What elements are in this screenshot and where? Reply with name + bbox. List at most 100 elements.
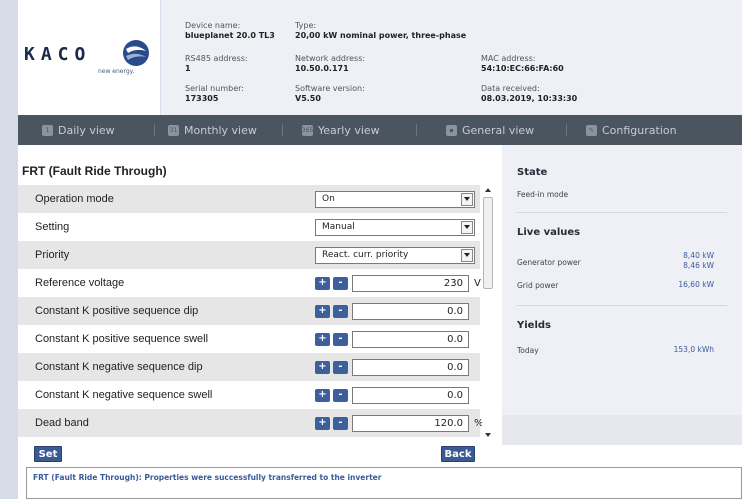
nav-yearly-view[interactable]: 365 Yearly view (302, 115, 380, 145)
decrement-button[interactable]: - (333, 304, 348, 318)
device-info-panel: Device name: blueplanet 20.0 TL3 Type: 2… (160, 0, 742, 115)
row-label: Constant K negative sequence dip (35, 361, 203, 373)
reference-voltage-input[interactable]: 230 (352, 274, 469, 292)
type-label: Type: (295, 21, 317, 30)
mac-cell: MAC address: 54:10:EC:66:FA:60 (481, 54, 564, 74)
status-message-text: FRT (Fault Ride Through): Properties wer… (33, 473, 382, 482)
decrement-button[interactable]: - (333, 276, 348, 290)
serial-label: Serial number: (185, 84, 244, 93)
increment-button[interactable]: + (315, 416, 330, 430)
row-label: Reference voltage (35, 277, 125, 289)
today-label: Today (517, 346, 539, 355)
type-cell: Type: 20,00 kW nominal power, three-phas… (295, 21, 466, 41)
row-label: Priority (35, 249, 70, 261)
divider (517, 212, 727, 213)
nav-configuration[interactable]: ✎ Configuration (586, 115, 677, 145)
network-cell: Network address: 10.50.0.171 (295, 54, 365, 74)
generator-power-value: 8,46 kW (683, 261, 714, 270)
chevron-down-icon[interactable] (461, 248, 473, 262)
dead-band-input[interactable]: 120.0 (352, 414, 469, 432)
device-name-value: blueplanet 20.0 TL3 (185, 31, 275, 40)
scroll-down-icon[interactable] (484, 431, 492, 439)
data-received-value: 08.03.2019, 10:33:30 (481, 94, 578, 103)
main-nav: 1 Daily view 31 Monthly view 365 Yearly … (18, 115, 742, 145)
chevron-down-icon[interactable] (461, 220, 473, 234)
decrement-button[interactable]: - (333, 416, 348, 430)
network-value: 10.50.0.171 (295, 64, 349, 73)
side-panel-footer (502, 415, 742, 445)
set-button[interactable]: Set (34, 446, 62, 462)
row-label: Setting (35, 221, 70, 233)
select-value: Manual (322, 221, 355, 232)
network-label: Network address: (295, 54, 366, 63)
form-row-reference-voltage: Reference voltage + - 230 V (18, 269, 481, 297)
nav-divider (566, 124, 567, 136)
priority-select[interactable]: React. curr. priority (315, 246, 475, 264)
form-row-k-negative-swell: Constant K negative sequence swell + - 0… (18, 381, 480, 409)
logo-tagline: new energy. (98, 68, 135, 75)
k-negative-swell-input[interactable]: 0.0 (352, 386, 469, 404)
decrement-button[interactable]: - (333, 360, 348, 374)
decrement-button[interactable]: - (333, 388, 348, 402)
header: KACO new energy. Device name: blueplanet… (18, 0, 742, 115)
k-positive-swell-input[interactable]: 0.0 (352, 330, 469, 348)
increment-button[interactable]: + (315, 360, 330, 374)
form-row-setting: Setting Manual (18, 213, 480, 241)
logo-text: KACO (24, 44, 92, 65)
serial-cell: Serial number: 173305 (185, 84, 244, 104)
scrollbar-thumb[interactable] (483, 197, 493, 289)
k-negative-dip-input[interactable]: 0.0 (352, 358, 469, 376)
k-positive-dip-input[interactable]: 0.0 (352, 302, 469, 320)
back-button[interactable]: Back (441, 446, 475, 462)
grid-power-value: 16,60 kW (678, 280, 714, 289)
form-row-priority: Priority React. curr. priority (18, 241, 480, 269)
nav-general-view[interactable]: ▪ General view (446, 115, 534, 145)
row-label: Constant K positive sequence dip (35, 305, 199, 317)
wrench-icon: ✎ (586, 124, 597, 136)
scroll-up-icon[interactable] (484, 186, 492, 194)
increment-button[interactable]: + (315, 304, 330, 318)
overview-icon: ▪ (446, 124, 457, 136)
app-frame: KACO new energy. Device name: blueplanet… (18, 0, 742, 499)
form-row-k-positive-swell: Constant K positive sequence swell + - 0… (18, 325, 480, 353)
select-value: React. curr. priority (322, 249, 409, 260)
decrement-button[interactable]: - (333, 332, 348, 346)
row-label: Constant K positive sequence swell (35, 333, 209, 345)
divider (517, 305, 727, 306)
rs485-cell: RS485 address: 1 (185, 54, 248, 74)
nav-label: Monthly view (184, 123, 257, 137)
device-name-cell: Device name: blueplanet 20.0 TL3 (185, 21, 275, 41)
live-values-heading: Live values (517, 227, 581, 238)
setting-select[interactable]: Manual (315, 218, 475, 236)
serial-value: 173305 (185, 94, 219, 103)
calendar-month-icon: 31 (168, 124, 179, 136)
increment-button[interactable]: + (315, 276, 330, 290)
page-title: FRT (Fault Ride Through) (22, 164, 167, 178)
increment-button[interactable]: + (315, 332, 330, 346)
chevron-down-icon[interactable] (461, 192, 473, 206)
grid-power-label: Grid power (517, 281, 559, 290)
data-received-label: Data received: (481, 84, 540, 93)
mac-value: 54:10:EC:66:FA:60 (481, 64, 564, 73)
nav-divider (154, 124, 155, 136)
logo: KACO new energy. (18, 0, 160, 115)
operation-mode-select[interactable]: On (315, 190, 475, 208)
rs485-label: RS485 address: (185, 54, 248, 63)
increment-button[interactable]: + (315, 388, 330, 402)
nav-label: Configuration (602, 123, 677, 137)
data-received-cell: Data received: 08.03.2019, 10:33:30 (481, 84, 577, 104)
row-label: Operation mode (35, 193, 114, 205)
form-row-k-positive-dip: Constant K positive sequence dip + - 0.0 (18, 297, 480, 325)
type-value: 20,00 kW nominal power, three-phase (295, 31, 467, 40)
nav-monthly-view[interactable]: 31 Monthly view (168, 115, 257, 145)
nav-label: Daily view (58, 123, 115, 137)
form-scrollbar[interactable] (482, 185, 494, 442)
rs485-value: 1 (185, 64, 191, 73)
software-cell: Software version: V5.50 (295, 84, 365, 104)
nav-daily-view[interactable]: 1 Daily view (42, 115, 115, 145)
state-value: Feed-in mode (517, 190, 569, 199)
device-name-label: Device name: (185, 21, 241, 30)
row-label: Constant K negative sequence swell (35, 389, 213, 401)
nav-label: General view (462, 123, 535, 137)
mac-label: MAC address: (481, 54, 536, 63)
